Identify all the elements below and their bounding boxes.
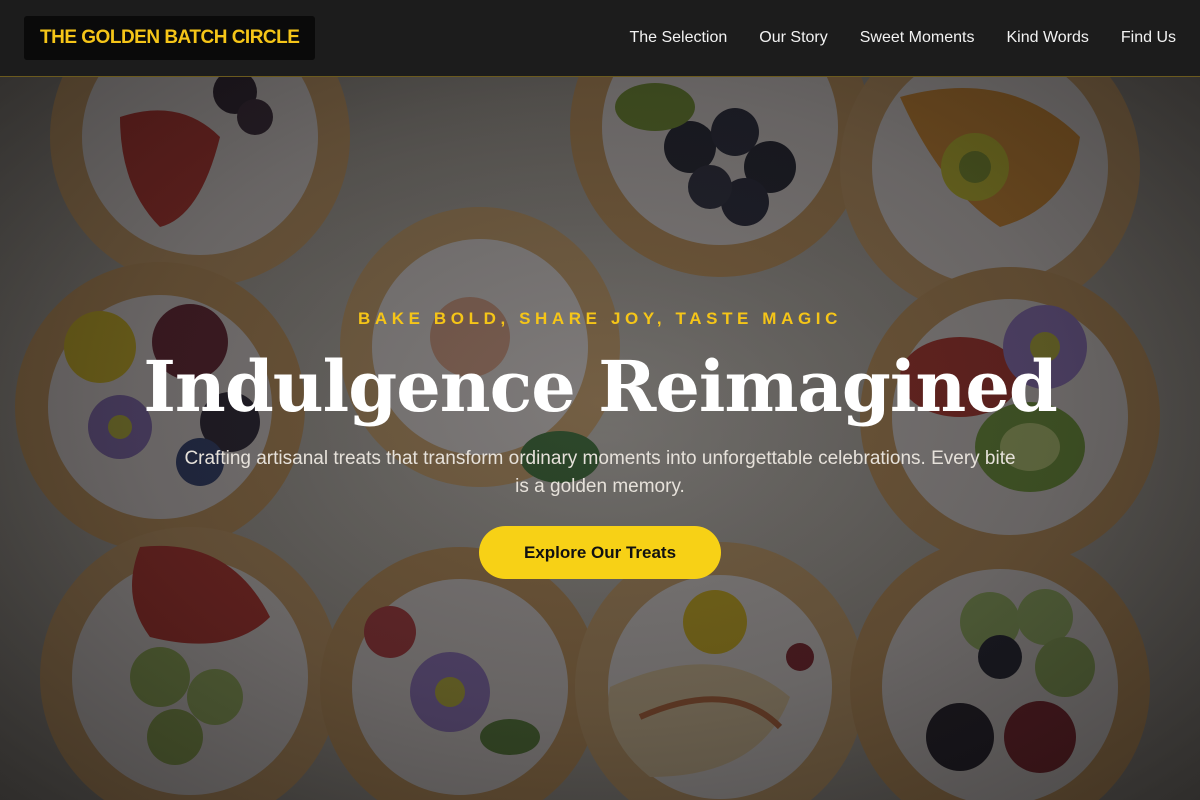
site-header: THE GOLDEN BATCH CIRCLE The Selection Ou… xyxy=(0,0,1200,77)
hero-tagline: BAKE BOLD, SHARE JOY, TASTE MAGIC xyxy=(358,309,842,328)
main-nav: The Selection Our Story Sweet Moments Ki… xyxy=(629,29,1176,47)
explore-treats-button[interactable]: Explore Our Treats xyxy=(479,526,721,579)
nav-link-find-us[interactable]: Find Us xyxy=(1121,29,1176,47)
nav-link-our-story[interactable]: Our Story xyxy=(759,29,827,47)
nav-link-sweet-moments[interactable]: Sweet Moments xyxy=(860,29,975,47)
nav-link-kind-words[interactable]: Kind Words xyxy=(1006,29,1088,47)
hero-section: BAKE BOLD, SHARE JOY, TASTE MAGIC Indulg… xyxy=(0,77,1200,800)
nav-link-selection[interactable]: The Selection xyxy=(629,29,727,47)
hero-content: BAKE BOLD, SHARE JOY, TASTE MAGIC Indulg… xyxy=(0,77,1200,800)
hero-headline: Indulgence Reimagined xyxy=(143,345,1058,428)
hero-subtitle: Crafting artisanal treats that transform… xyxy=(184,448,1016,497)
brand-logo[interactable]: THE GOLDEN BATCH CIRCLE xyxy=(24,16,316,60)
